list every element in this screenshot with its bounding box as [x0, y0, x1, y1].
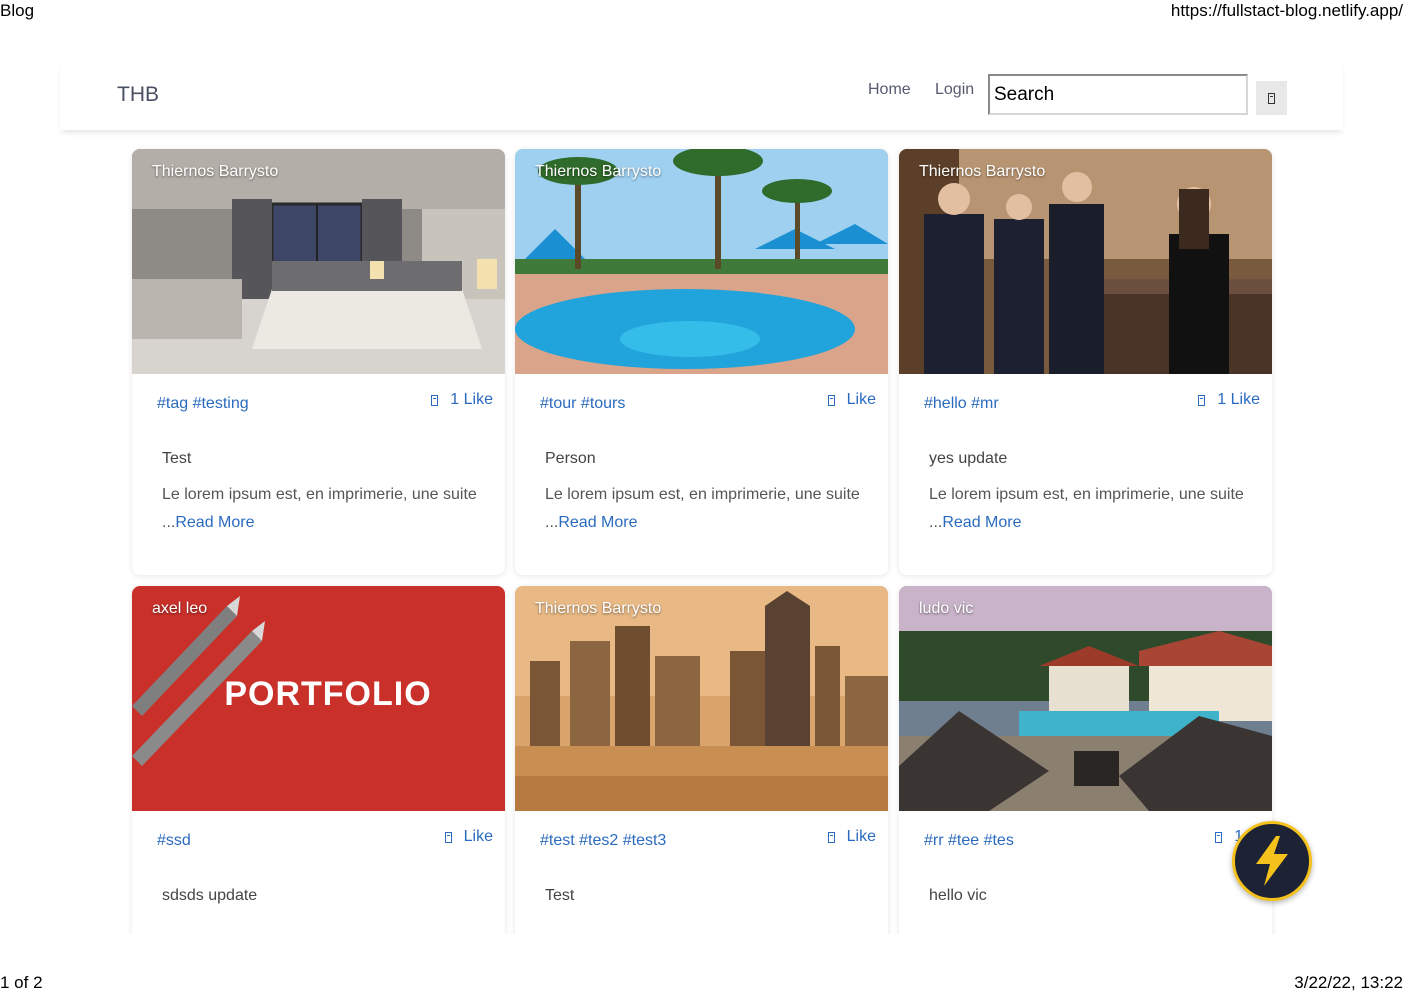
post-card[interactable]: ludo vic #rr #tee #tes 1 Li hello vic [899, 586, 1272, 934]
like-icon [1215, 831, 1223, 843]
post-title: hello vic [929, 887, 987, 904]
post-grid: Thiernos Barrysto #tag #testing 1 Like T… [0, 0, 1403, 934]
read-more-link[interactable]: Read More [175, 514, 254, 531]
post-image-reception[interactable]: Thiernos Barrysto [899, 149, 1272, 374]
post-author: Thiernos Barrysto [535, 163, 662, 180]
lightning-badge[interactable] [1232, 821, 1312, 901]
print-footer-page: 1 of 2 [0, 973, 43, 992]
like-count: Like [846, 391, 876, 408]
post-card[interactable]: Thiernos Barrysto #test #tes2 #test3 Lik… [515, 586, 888, 934]
like-icon [827, 831, 835, 843]
read-more-link[interactable]: Read More [558, 514, 637, 531]
post-card[interactable]: Thiernos Barrysto #hello #mr 1 Like yes … [899, 149, 1272, 575]
read-more-link[interactable]: Read More [942, 514, 1021, 531]
like-icon [431, 394, 439, 406]
like-count: 1 Like [1217, 391, 1260, 408]
post-title: sdsds update [162, 887, 258, 904]
post-image-pool[interactable]: Thiernos Barrysto [515, 149, 888, 374]
post-excerpt: Le lorem ipsum est, en imprimerie, une s… [929, 481, 1249, 537]
post-tags[interactable]: #rr #tee #tes [924, 832, 1014, 850]
post-title: Test [545, 887, 575, 904]
like-button[interactable]: 1 Like [431, 391, 493, 409]
post-author: Thiernos Barrysto [535, 600, 662, 617]
post-tags[interactable]: #test #tes2 #test3 [540, 832, 666, 850]
post-card[interactable]: Thiernos Barrysto #tag #testing 1 Like T… [132, 149, 505, 575]
like-icon [444, 831, 452, 843]
post-image-bedroom[interactable]: Thiernos Barrysto [132, 149, 505, 374]
post-tags[interactable]: #tour #tours [540, 395, 625, 413]
like-count: Like [846, 828, 876, 845]
post-tags[interactable]: #tag #testing [157, 395, 249, 413]
post-excerpt: Le lorem ipsum est, en imprimerie, une s… [162, 481, 482, 537]
post-author: Thiernos Barrysto [152, 163, 279, 180]
post-card[interactable]: PORTFOLIO axel leo #ssd Like sdsds updat… [132, 586, 505, 934]
post-author: axel leo [152, 600, 208, 617]
post-title: Test [162, 450, 192, 467]
post-tags[interactable]: #hello #mr [924, 395, 999, 413]
like-icon [827, 394, 835, 406]
like-button[interactable]: Like [444, 828, 493, 846]
post-image-city[interactable]: Thiernos Barrysto [515, 586, 888, 811]
like-count: Like [463, 828, 493, 845]
print-footer-datetime: 3/22/22, 13:22 [1294, 973, 1403, 992]
like-icon [1198, 394, 1206, 406]
post-image-villa[interactable]: ludo vic [899, 586, 1272, 811]
post-author: ludo vic [919, 600, 974, 617]
post-excerpt: Le lorem ipsum est, en imprimerie, une s… [545, 481, 865, 537]
portfolio-image-text: PORTFOLIO [224, 675, 431, 713]
post-image-portfolio[interactable]: PORTFOLIO axel leo [132, 586, 505, 811]
post-title: yes update [929, 450, 1008, 467]
post-title: Person [545, 450, 596, 467]
post-tags[interactable]: #ssd [157, 832, 191, 850]
post-card[interactable]: Thiernos Barrysto #tour #tours Like Pers… [515, 149, 888, 575]
like-button[interactable]: 1 Like [1198, 391, 1260, 409]
like-count: 1 Like [450, 391, 493, 408]
lightning-icon [1256, 836, 1288, 886]
post-author: Thiernos Barrysto [919, 163, 1046, 180]
like-button[interactable]: Like [827, 391, 876, 409]
like-button[interactable]: Like [827, 828, 876, 846]
